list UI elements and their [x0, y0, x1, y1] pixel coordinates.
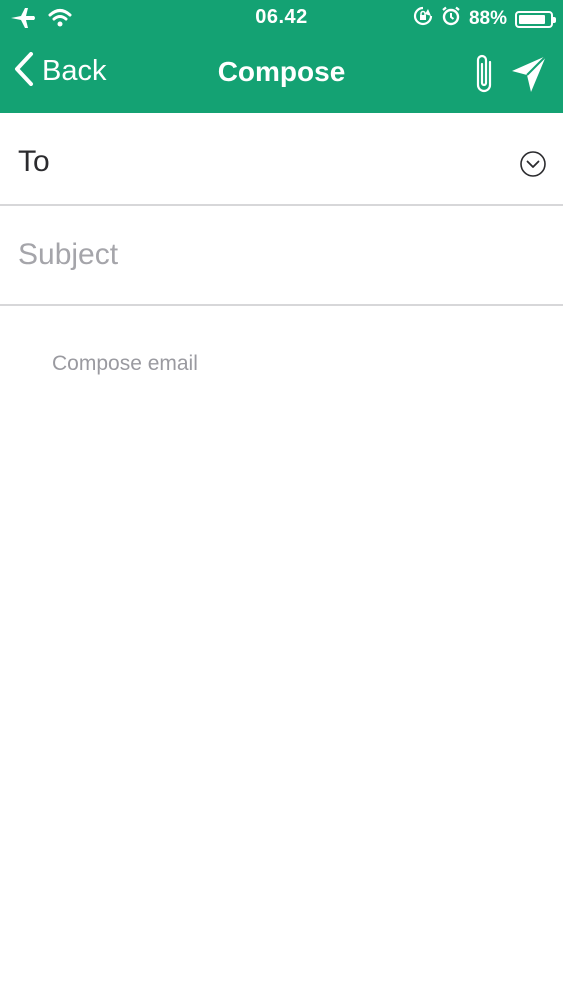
- paperclip-icon: [470, 54, 498, 102]
- battery-icon: [515, 10, 556, 28]
- app-header: 06.42 88% Back Compose: [0, 0, 563, 113]
- battery-nub: [553, 16, 556, 23]
- alarm-icon: [441, 6, 461, 32]
- nav-bar: Back Compose: [0, 38, 563, 113]
- subject-input[interactable]: [18, 234, 538, 276]
- to-label: To: [18, 145, 50, 178]
- status-right: 88%: [413, 6, 556, 32]
- send-icon: [510, 55, 548, 98]
- attach-button[interactable]: [470, 52, 498, 103]
- rotation-lock-icon: [413, 6, 433, 32]
- body-input[interactable]: [52, 352, 532, 952]
- battery-percent: 88%: [468, 8, 507, 29]
- subject-row: [0, 206, 563, 306]
- status-bar: 06.42 88%: [0, 0, 563, 38]
- send-button[interactable]: [510, 54, 548, 99]
- battery-fill: [519, 14, 545, 24]
- chevron-down-circle-icon[interactable]: [519, 150, 547, 183]
- to-row[interactable]: To: [0, 113, 563, 206]
